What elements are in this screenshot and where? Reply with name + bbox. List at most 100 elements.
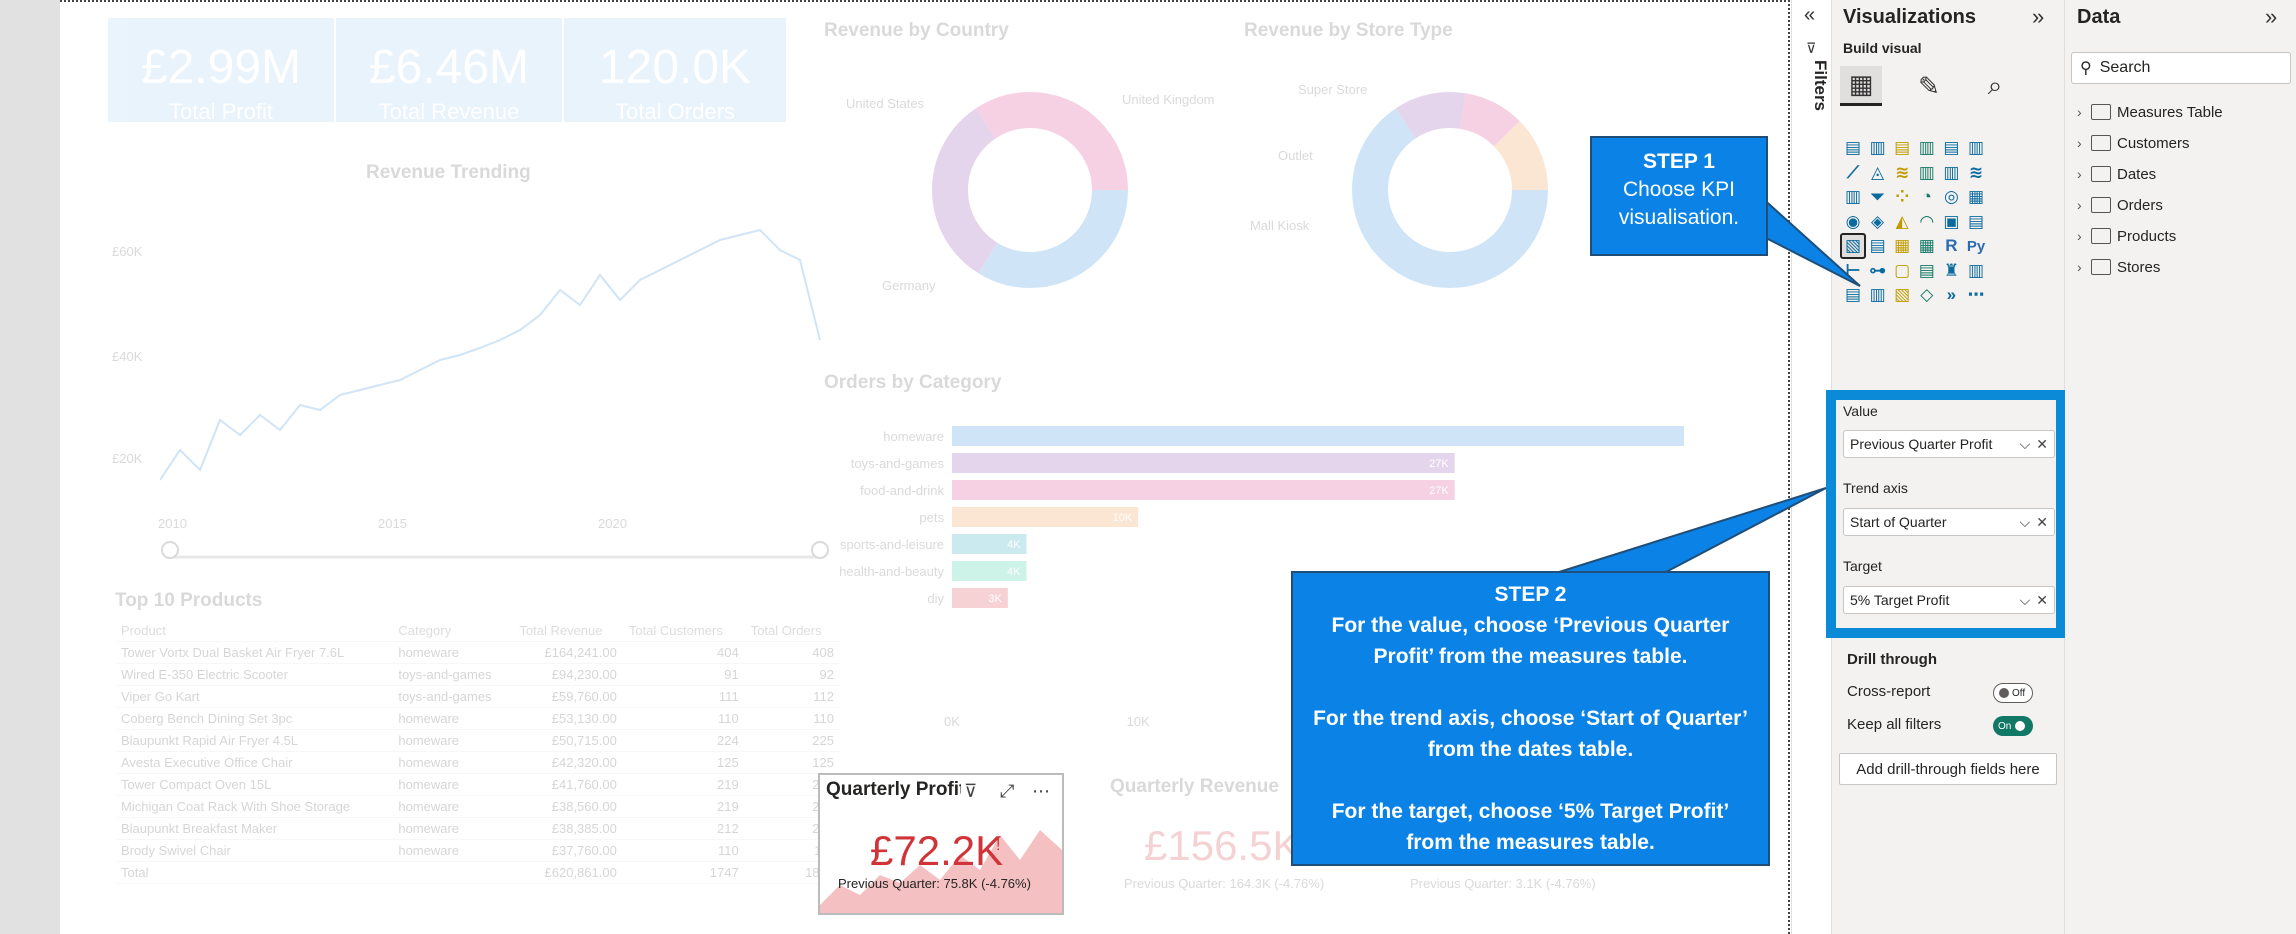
build-visual-tab-icon[interactable]: ▦ <box>1840 66 1882 106</box>
table-row[interactable]: Tower Compact Oven 15L homeware £41,760.00… <box>115 773 840 796</box>
map-icon[interactable]: ◉ <box>1840 209 1866 235</box>
donut-label: Mall Kiosk <box>1250 218 1310 233</box>
kpi-card-orders[interactable]: 120.0K Total Orders <box>564 18 786 124</box>
kpi-card-profit[interactable]: £2.99M Total Profit <box>108 18 334 124</box>
y-tick: £20K <box>112 451 143 466</box>
bar[interactable] <box>952 453 1455 473</box>
table-row[interactable]: Brody Swivel Chairhomeware£37,760.001101… <box>115 839 840 862</box>
key-influencers-icon[interactable]: ⊢ <box>1840 258 1866 284</box>
filters-label[interactable]: Filters <box>1810 60 1830 111</box>
chevron-right-icon[interactable]: › <box>2077 228 2091 244</box>
table-row[interactable]: Avesta Executive Office Chair homeware £42… <box>115 751 840 774</box>
expand-chevron-icon[interactable]: » <box>2265 4 2277 30</box>
data-table-label: Orders <box>2117 196 2163 214</box>
table-icon[interactable]: ▦ <box>1889 233 1915 259</box>
funnel-icon[interactable]: ⏷ <box>1865 184 1891 210</box>
cross-report-toggle[interactable]: Off <box>1993 683 2033 703</box>
keep-filters-toggle[interactable]: On <box>1993 716 2033 736</box>
filters-pane-collapsed[interactable]: « ⊽ Filters <box>1791 0 1831 934</box>
line-chart-icon[interactable]: ⟋ <box>1840 160 1866 186</box>
column-header[interactable]: Total Customers <box>622 620 745 642</box>
search-input[interactable]: ⚲ Search <box>2071 52 2291 84</box>
bar[interactable] <box>952 507 1139 527</box>
clustered-bar-icon[interactable]: ▤ <box>1889 135 1915 161</box>
line-clustered-icon[interactable]: ▥ <box>1938 160 1964 186</box>
more-options-icon[interactable]: ⋯ <box>1032 781 1050 802</box>
collapse-chevron-icon[interactable]: « <box>1804 4 1815 27</box>
analytics-tab-icon[interactable]: ⌕ <box>1974 66 2016 106</box>
r-visual-icon[interactable]: R <box>1938 233 1964 259</box>
kpi-icon[interactable]: ▧ <box>1840 233 1866 259</box>
data-table-item[interactable]: › Stores <box>2077 255 2160 279</box>
table-row[interactable]: Wired E-350 Electric Scooter toys-and-gam… <box>115 663 840 686</box>
azure-map-icon[interactable]: ◭ <box>1889 209 1915 235</box>
chevron-right-icon[interactable]: › <box>2077 259 2091 275</box>
decomposition-tree-icon[interactable]: ⊶ <box>1865 258 1891 284</box>
stacked-column-icon[interactable]: ▥ <box>1914 135 1940 161</box>
area-chart-icon[interactable]: ◬ <box>1865 160 1891 186</box>
slicer-icon[interactable]: ▤ <box>1865 233 1891 259</box>
filter-icon[interactable]: ⊽ <box>964 781 977 802</box>
column-header[interactable]: Product <box>115 620 393 642</box>
python-visual-icon[interactable]: Py <box>1963 233 1989 259</box>
kpi-card-revenue[interactable]: £6.46M Total Revenue <box>336 18 562 124</box>
expand-chevron-icon[interactable]: » <box>2032 4 2044 30</box>
bar[interactable] <box>952 426 1684 446</box>
chevron-right-icon[interactable]: › <box>2077 104 2091 120</box>
stacked-bar-icon[interactable]: ▤ <box>1840 135 1866 161</box>
gauge-icon[interactable]: ◠ <box>1914 209 1940 235</box>
add-drill-through-field[interactable]: Add drill-through fields here <box>1839 753 2057 785</box>
card-value: £6.46M <box>368 41 530 94</box>
column-header[interactable]: Total Revenue <box>513 620 623 642</box>
chevron-right-icon[interactable]: › <box>2077 197 2091 213</box>
smart-narrative-icon[interactable]: ▤ <box>1914 258 1940 284</box>
chevron-right-icon[interactable]: › <box>2077 135 2091 151</box>
more-visuals-icon[interactable]: ⋯ <box>1963 282 1989 308</box>
data-table-item[interactable]: › Measures Table <box>2077 100 2223 124</box>
power-automate-icon[interactable]: ▥ <box>1865 282 1891 308</box>
power-apps-icon[interactable]: ▤ <box>1840 282 1866 308</box>
matrix-icon[interactable]: ▦ <box>1914 233 1940 259</box>
table-row[interactable]: Blaupunkt Breakfast Maker homeware £38,385… <box>115 817 840 840</box>
metrics-icon[interactable]: ♜ <box>1938 258 1964 284</box>
donut-label: Germany <box>882 278 936 293</box>
custom-visual-icon[interactable]: ▧ <box>1889 282 1915 308</box>
data-table-item[interactable]: › Dates <box>2077 162 2156 186</box>
multi-row-card-icon[interactable]: ▤ <box>1963 209 1989 235</box>
format-visual-tab-icon[interactable]: ✎ <box>1908 66 1950 106</box>
ribbon-chart-icon[interactable]: ≋ <box>1963 160 1989 186</box>
paginated-report-icon[interactable]: ▥ <box>1963 258 1989 284</box>
column-header[interactable]: Total Orders <box>744 620 840 642</box>
quarterly-orders-prev: Previous Quarter: 3.1K (-4.76%) <box>1410 876 1596 891</box>
pie-icon[interactable]: ◔ <box>1914 184 1940 210</box>
table-cell: 91 <box>622 663 745 686</box>
table-row[interactable]: Viper Go Kart toys-and-games £59,760.00 111… <box>115 685 840 708</box>
data-table-item[interactable]: › Customers <box>2077 131 2190 155</box>
line-column-icon[interactable]: ▥ <box>1914 160 1940 186</box>
table-row[interactable]: Tower Vortx Dual Basket Air Fryer 7.6L ho… <box>115 641 840 664</box>
stacked-area-icon[interactable]: ≋ <box>1889 160 1915 186</box>
focus-mode-icon[interactable]: ⤢ <box>1000 781 1014 802</box>
column-header[interactable]: Category <box>392 620 514 642</box>
clustered-column-icon[interactable]: ▥ <box>1865 135 1891 161</box>
bar[interactable] <box>952 480 1455 500</box>
table-cell: 110 <box>622 839 745 862</box>
kpi-visual[interactable]: Quarterly Profit ⊽ ⤢ ⋯ £72.2K ! Previous… <box>818 773 1064 915</box>
scatter-icon[interactable]: ⁘ <box>1889 184 1915 210</box>
card-icon[interactable]: ▣ <box>1938 209 1964 235</box>
donut-icon[interactable]: ◎ <box>1938 184 1964 210</box>
hundred-bar-icon[interactable]: ▤ <box>1938 135 1964 161</box>
chevron-visual-icon[interactable]: » <box>1938 282 1964 308</box>
qa-icon[interactable]: ▢ <box>1889 258 1915 284</box>
table-row[interactable]: Michigan Coat Rack With Shoe Storage home… <box>115 795 840 818</box>
data-table-item[interactable]: › Products <box>2077 224 2176 248</box>
treemap-icon[interactable]: ▦ <box>1963 184 1989 210</box>
chevron-right-icon[interactable]: › <box>2077 166 2091 182</box>
diamond-visual-icon[interactable]: ◇ <box>1914 282 1940 308</box>
hundred-column-icon[interactable]: ▥ <box>1963 135 1989 161</box>
data-table-item[interactable]: › Orders <box>2077 193 2163 217</box>
filled-map-icon[interactable]: ◈ <box>1865 209 1891 235</box>
table-row[interactable]: Coberg Bench Dining Set 3pc homeware £53,1… <box>115 707 840 730</box>
waterfall-icon[interactable]: ▥ <box>1840 184 1866 210</box>
table-row[interactable]: Blaupunkt Rapid Air Fryer 4.5L homeware £5… <box>115 729 840 752</box>
